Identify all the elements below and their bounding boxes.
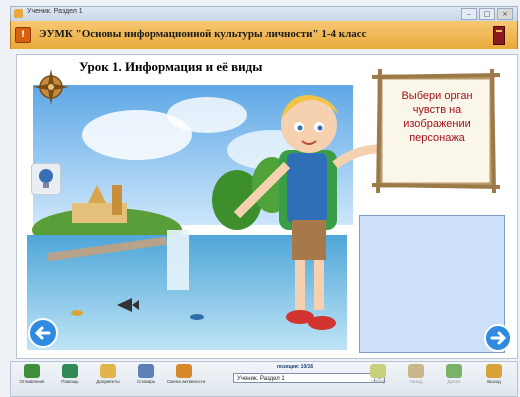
maximize-button[interactable]: □ [479, 8, 495, 20]
window-controls: – □ × [461, 8, 513, 20]
minimize-button[interactable]: – [461, 8, 477, 20]
back-label: Назад [409, 379, 423, 384]
activity-icon [176, 364, 192, 378]
back-button[interactable]: Назад [399, 364, 433, 394]
tower [112, 185, 122, 215]
compass-icon[interactable] [31, 67, 71, 107]
lesson-title: Урок 1. Информация и её виды [79, 59, 263, 74]
next-icon [446, 364, 462, 378]
documents-icon [100, 364, 116, 378]
help-button[interactable]: Помощь [53, 364, 87, 394]
repeat-button[interactable]: Повтор [361, 364, 395, 394]
app-title: ЭУМК "Основы информационной культуры лич… [39, 28, 367, 40]
lightbulb-button[interactable] [31, 163, 61, 195]
app-header: ! ЭУМК "Основы информационной культуры л… [10, 21, 518, 49]
contents-icon [24, 364, 40, 378]
window-title: Ученик. Раздел 1 [27, 8, 83, 15]
exit-button[interactable]: Выход [477, 364, 511, 394]
repeat-icon [370, 364, 386, 378]
task-instruction: Выбери орган чувств на изображении персо… [401, 90, 473, 144]
contents-button[interactable]: Оглавление [15, 364, 49, 394]
close-button[interactable]: × [497, 8, 513, 20]
activity-button[interactable]: Смена активности [167, 364, 206, 394]
next-arrow-icon[interactable] [483, 323, 513, 353]
dictionary-label: Словарь [136, 379, 156, 384]
next-button[interactable]: Далее [437, 364, 471, 394]
back-icon [408, 364, 424, 378]
app-logo-icon: ! [15, 27, 31, 43]
next-label: Далее [447, 379, 461, 384]
bottom-toolbar: Оглавление Помощь Документы Словарь Смен… [10, 361, 518, 397]
dictionary-button[interactable]: Словарь [129, 364, 163, 394]
dictionary-icon [138, 364, 154, 378]
prev-arrow-icon[interactable] [27, 317, 59, 349]
help-label: Помощь [61, 379, 79, 384]
exit-icon [486, 364, 502, 378]
cloud [167, 97, 247, 133]
documents-button[interactable]: Документы [91, 364, 125, 394]
activity-label: Смена активности [167, 379, 206, 384]
repeat-label: Повтор [370, 379, 386, 384]
waterfall [167, 230, 189, 290]
fish [190, 314, 204, 320]
help-icon [62, 364, 78, 378]
lesson-content: Урок 1. Информация и её виды Выбери орга… [16, 54, 518, 359]
book-icon[interactable] [493, 26, 505, 45]
exit-label: Выход [487, 379, 501, 384]
position-indicator: позиция: 10/16 [277, 364, 314, 370]
contents-label: Оглавление [19, 379, 45, 384]
lightbulb-icon [39, 169, 53, 188]
fish [71, 310, 83, 316]
documents-label: Документы [96, 379, 120, 384]
window-titlebar: Ученик. Раздел 1 – □ × [10, 6, 518, 21]
window-icon [14, 9, 23, 18]
lesson-select-value: Ученик. Раздел 1 [237, 376, 285, 382]
